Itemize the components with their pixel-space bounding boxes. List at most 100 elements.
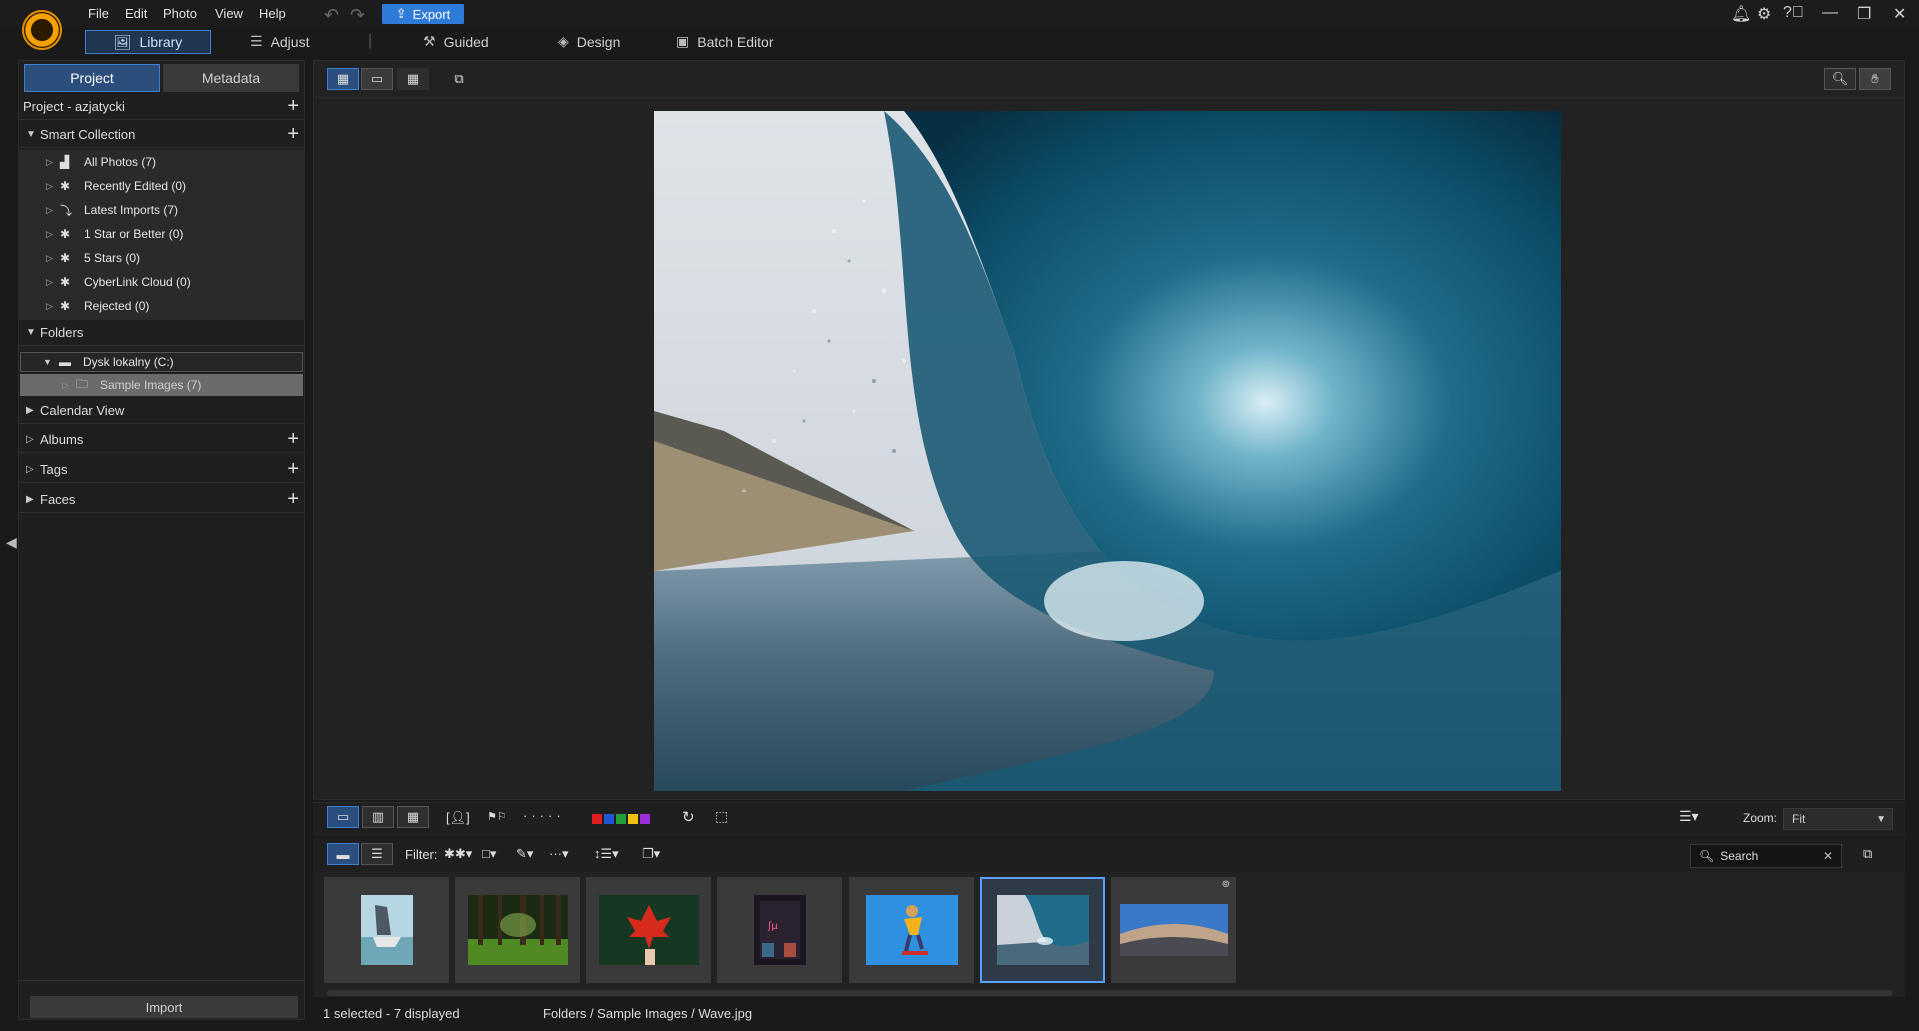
tab-adjust[interactable]: ☰ Adjust	[250, 33, 309, 50]
collapse-triangle-icon[interactable]: ▼	[26, 129, 40, 140]
restore-icon[interactable]: ❐	[1857, 4, 1871, 24]
add-tag-icon[interactable]: +	[287, 458, 299, 481]
filter-more-icon[interactable]: ···▾	[549, 846, 569, 862]
tab-guided[interactable]: ⚒ Guided	[423, 33, 489, 50]
list-view-button[interactable]: ☰	[361, 843, 393, 865]
color-label-red[interactable]	[592, 814, 602, 824]
rotate-icon[interactable]: ↻	[682, 808, 695, 826]
info-list-icon[interactable]: ☰▾	[1679, 808, 1699, 825]
flag-icon[interactable]: ⚑⚐	[487, 810, 507, 823]
smart-item-all-photos[interactable]: ▷ ▟ All Photos (7)	[18, 150, 305, 174]
albums-header[interactable]: ▷ Albums +	[18, 426, 305, 453]
add-smart-collection-icon[interactable]: +	[287, 123, 299, 146]
smart-collection-header[interactable]: ▼ Smart Collection +	[18, 121, 305, 148]
hand-tool-icon[interactable]: ✋︎	[1859, 68, 1891, 90]
sort-icon[interactable]: ↕☰▾	[594, 846, 619, 862]
filter-label-icon[interactable]: □▾	[482, 846, 496, 862]
menu-view[interactable]: View	[215, 6, 243, 21]
thumbnail-panorama[interactable]: ⊚	[1111, 877, 1236, 983]
expand-triangle-icon[interactable]: ▷	[26, 464, 40, 475]
layout-single-button[interactable]: ▭	[327, 806, 359, 828]
faces-header[interactable]: ▶ Faces +	[18, 486, 305, 513]
expand-triangle-icon[interactable]: ▷	[46, 253, 60, 264]
undo-icon[interactable]: ↶	[324, 5, 339, 26]
folders-header[interactable]: ▼ Folders	[18, 319, 305, 346]
smart-item-one-star[interactable]: ▷ ✱ 1 Star or Better (0)	[18, 222, 305, 246]
tab-library[interactable]: 🖼︎ Library	[85, 30, 211, 54]
expand-triangle-icon[interactable]: ▷	[26, 434, 40, 445]
smart-item-latest-imports[interactable]: ▷ ⤵ Latest Imports (7)	[18, 198, 305, 222]
rating-dots-icon[interactable]: ·····	[523, 808, 565, 823]
stack-icon[interactable]: ❐▾	[642, 846, 660, 862]
smart-item-five-stars[interactable]: ▷ ✱ 5 Stars (0)	[18, 246, 305, 270]
expand-triangle-icon[interactable]: ▷	[46, 157, 60, 168]
view-mode-single-button[interactable]: ▭	[361, 68, 393, 90]
menu-photo[interactable]: Photo	[163, 6, 197, 21]
tab-design[interactable]: ◈ Design	[558, 33, 620, 50]
thumbnail-boat[interactable]	[324, 877, 449, 983]
redo-icon[interactable]: ↷	[350, 5, 365, 26]
collapse-triangle-icon[interactable]: ▼	[26, 327, 40, 338]
color-label-yellow[interactable]	[628, 814, 638, 824]
import-button[interactable]: Import	[30, 996, 298, 1018]
close-icon[interactable]: ✕	[1893, 4, 1906, 24]
thumbnail-wave-selected[interactable]	[980, 877, 1105, 983]
tab-metadata[interactable]: Metadata	[163, 64, 299, 92]
thumbnail-skateboarder[interactable]	[849, 877, 974, 983]
view-mode-grid-preview-button[interactable]: ▦	[327, 68, 359, 90]
search-input[interactable]: 🔍︎ Search ✕	[1690, 844, 1842, 868]
calendar-view-header[interactable]: ▶ Calendar View	[18, 397, 305, 424]
color-label-blue[interactable]	[604, 814, 614, 824]
layout-compare-button[interactable]: ▥	[362, 806, 394, 828]
expand-triangle-icon[interactable]: ▶	[26, 494, 40, 505]
bell-icon[interactable]: 🔔︎	[1731, 4, 1751, 24]
minimize-icon[interactable]: —	[1822, 4, 1838, 22]
expand-triangle-icon[interactable]: ▷	[46, 301, 60, 312]
zoom-tool-icon[interactable]: 🔍︎	[1824, 68, 1856, 90]
thumbnail-forest[interactable]	[455, 877, 580, 983]
face-tag-icon[interactable]: [👤︎]	[446, 810, 470, 826]
expand-triangle-icon[interactable]: ▷	[46, 229, 60, 240]
filmstrip-view-button[interactable]: ▬	[327, 843, 359, 865]
add-album-icon[interactable]: +	[287, 428, 299, 451]
color-label-green[interactable]	[616, 814, 626, 824]
project-row[interactable]: Project - azjatycki +	[18, 93, 305, 120]
expand-triangle-icon[interactable]: ▶	[26, 405, 40, 416]
help-icon[interactable]: ?⃝	[1783, 4, 1804, 22]
filter-edited-icon[interactable]: ✎▾	[516, 846, 533, 862]
compare-view-button[interactable]: ⧉	[443, 68, 475, 90]
expand-triangle-icon[interactable]: ▷	[46, 181, 60, 192]
thumbnail-maple-leaf[interactable]	[586, 877, 711, 983]
collapse-triangle-icon[interactable]: ▼	[43, 357, 59, 367]
folder-drive-c[interactable]: ▼ ▬ Dysk lokalny (C:)	[20, 352, 303, 372]
collapse-panel-icon[interactable]: ◀	[6, 534, 17, 551]
layout-multi-button[interactable]: ▦	[397, 806, 429, 828]
crop-preview-icon[interactable]: ⬚	[715, 808, 728, 825]
open-external-icon[interactable]: ⧉	[1863, 846, 1872, 862]
view-mode-thumbnails-button[interactable]: ▦	[397, 68, 429, 90]
expand-triangle-icon[interactable]: ▷	[62, 380, 76, 391]
tab-project[interactable]: Project	[24, 64, 160, 92]
add-project-icon[interactable]: +	[287, 95, 299, 118]
menu-edit[interactable]: Edit	[125, 6, 147, 21]
add-face-icon[interactable]: +	[287, 488, 299, 511]
smart-item-cyberlink-cloud[interactable]: ▷ ✱ CyberLink Cloud (0)	[18, 270, 305, 294]
thumbnail-neon-sign[interactable]: ʃµ	[717, 877, 842, 983]
gear-icon[interactable]: ⚙	[1757, 4, 1771, 24]
expand-triangle-icon[interactable]: ▷	[46, 205, 60, 216]
folder-sample-images[interactable]: ▷ 🗀 Sample Images (7)	[20, 374, 303, 396]
smart-item-rejected[interactable]: ▷ ✱ Rejected (0)	[18, 294, 305, 318]
color-label-purple[interactable]	[640, 814, 650, 824]
filter-rating-icon[interactable]: ✱✱▾	[444, 846, 472, 862]
tab-batch-editor[interactable]: ▣ Batch Editor	[676, 33, 774, 50]
smart-item-recently-edited[interactable]: ▷ ✱ Recently Edited (0)	[18, 174, 305, 198]
export-label: Export	[412, 6, 451, 22]
tags-header[interactable]: ▷ Tags +	[18, 456, 305, 483]
expand-triangle-icon[interactable]: ▷	[46, 277, 60, 288]
menu-file[interactable]: File	[88, 6, 109, 21]
zoom-select[interactable]: Fit ▼	[1783, 808, 1893, 830]
filmstrip-scrollbar[interactable]	[327, 990, 1892, 996]
menu-help[interactable]: Help	[259, 6, 286, 21]
clear-search-icon[interactable]: ✕	[1823, 849, 1833, 863]
export-button[interactable]: ⇪ Export	[382, 4, 464, 24]
